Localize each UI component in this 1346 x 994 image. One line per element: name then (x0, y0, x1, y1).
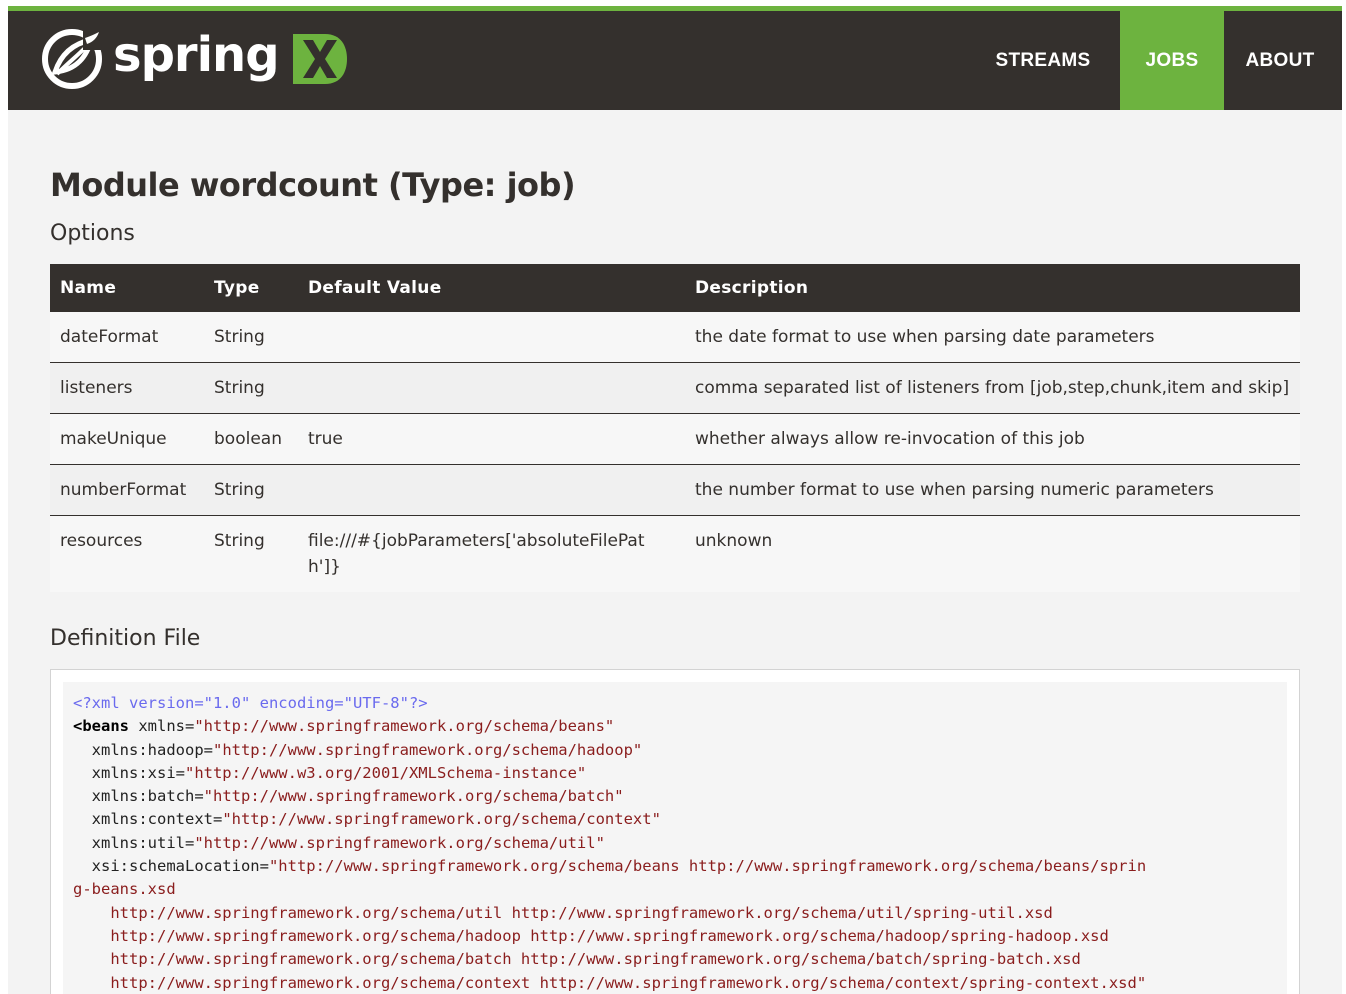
code-string: http://www.springframework.org/schema/ba… (73, 950, 1081, 969)
code-string: "http://www.springframework.org/schema/b… (194, 717, 615, 736)
main-nav: STREAMS JOBS ABOUT (966, 11, 1342, 110)
page-title: Module wordcount (Type: job) (50, 166, 576, 204)
code-block[interactable]: <?xml version="1.0" encoding="UTF-8"?> <… (63, 682, 1287, 994)
spring-x-icon (292, 34, 347, 84)
code-attr: xsi:schemaLocation= (73, 857, 269, 876)
column-header-description: Description (685, 264, 1300, 312)
option-name: dateFormat (50, 312, 204, 363)
code-attr: xmlns:batch= (73, 787, 204, 806)
code-string: "http://www.springframework.org/schema/b… (268, 857, 1147, 876)
table-row: dateFormat String the date format to use… (50, 312, 1300, 363)
code-attr: xmlns:util= (73, 833, 195, 852)
option-default (298, 312, 685, 363)
code-string: "http://www.springframework.org/schema/h… (212, 740, 643, 759)
option-description: comma separated list of listeners from [… (685, 362, 1300, 414)
option-description: the number format to use when parsing nu… (685, 464, 1300, 516)
option-type: String (204, 362, 298, 414)
table-row: resources String file:///#{jobParameters… (50, 515, 1300, 592)
option-name: makeUnique (50, 413, 204, 465)
option-name: resources (50, 515, 204, 592)
code-string: "http://www.springframework.org/schema/u… (194, 833, 605, 852)
code-string: http://www.springframework.org/schema/co… (73, 973, 1147, 992)
option-type: String (204, 312, 298, 363)
code-string: "http://www.springframework.org/schema/c… (222, 810, 661, 829)
code-string: http://www.springframework.org/schema/ha… (73, 926, 1109, 945)
table-row: makeUnique boolean true whether always a… (50, 413, 1300, 465)
code-string: g-beans.xsd (73, 880, 176, 899)
table-row: listeners String comma separated list of… (50, 362, 1300, 414)
code-string: "http://www.springframework.org/schema/b… (203, 787, 624, 806)
option-default: true (298, 413, 685, 465)
nav-jobs[interactable]: JOBS (1120, 11, 1224, 110)
app-frame: spring STREAMS JOBS ABOUT Module wordcou… (8, 6, 1342, 994)
table-header-row: Name Type Default Value Description (50, 264, 1300, 312)
brand-logo[interactable]: spring (41, 24, 349, 94)
definition-file-panel: <?xml version="1.0" encoding="UTF-8"?> <… (50, 669, 1300, 994)
column-header-name: Name (50, 264, 204, 312)
code-attr: xmlns:hadoop= (73, 740, 213, 759)
option-default: file:///#{jobParameters['absoluteFilePat… (298, 515, 685, 592)
code-attr: xmlns:context= (73, 810, 223, 829)
xml-declaration: <?xml version="1.0" encoding="UTF-8"?> (73, 694, 428, 712)
nav-streams[interactable]: STREAMS (966, 11, 1120, 110)
definition-file-code: <?xml version="1.0" encoding="UTF-8"?> <… (63, 682, 1287, 994)
option-name: listeners (50, 362, 204, 414)
option-type: String (204, 515, 298, 592)
code-string: "http://www.w3.org/2001/XMLSchema-instan… (184, 763, 587, 782)
option-type: String (204, 464, 298, 516)
code-attr: xmlns= (129, 717, 195, 736)
option-default (298, 464, 685, 516)
code-attr: xmlns:xsi= (73, 763, 185, 782)
option-name: numberFormat (50, 464, 204, 516)
option-description: the date format to use when parsing date… (685, 312, 1300, 363)
brand-name: spring (113, 27, 280, 83)
column-header-default-value: Default Value (298, 264, 685, 312)
navbar: spring STREAMS JOBS ABOUT (8, 11, 1342, 110)
option-default (298, 362, 685, 414)
code-string: http://www.springframework.org/schema/ut… (73, 903, 1053, 922)
option-description: whether always allow re-invocation of th… (685, 413, 1300, 465)
option-type: boolean (204, 413, 298, 465)
options-table: Name Type Default Value Description date… (50, 264, 1300, 592)
option-description: unknown (685, 515, 1300, 592)
code-tag: <beans (73, 717, 129, 736)
spring-leaf-icon (42, 29, 103, 89)
table-row: numberFormat String the number format to… (50, 464, 1300, 516)
options-heading: Options (50, 221, 135, 246)
nav-about[interactable]: ABOUT (1224, 11, 1342, 110)
column-header-type: Type (204, 264, 298, 312)
definition-file-heading: Definition File (50, 626, 201, 651)
